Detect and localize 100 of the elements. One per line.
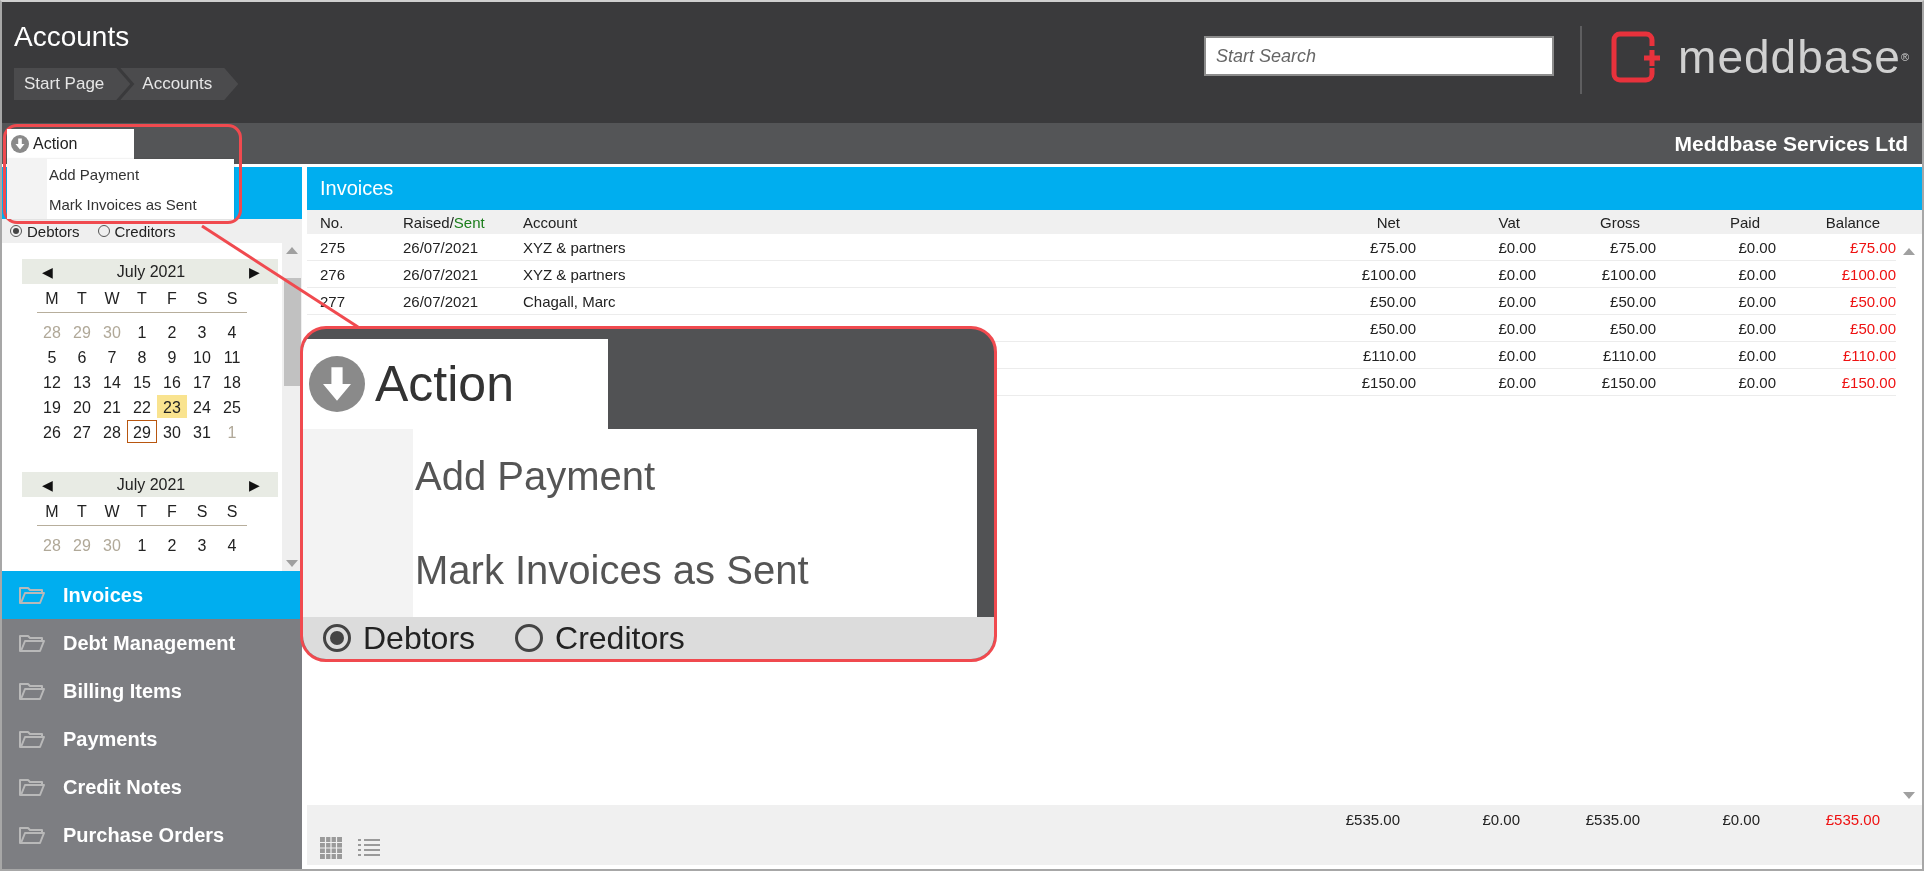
- next-month-button[interactable]: ▶: [249, 263, 260, 280]
- folder-icon: [19, 729, 45, 749]
- scroll-up-icon[interactable]: [286, 247, 298, 254]
- calendar-day[interactable]: 5: [37, 345, 67, 368]
- calendar-day[interactable]: 8: [127, 345, 157, 368]
- table-cell: £50.00: [1610, 319, 1656, 337]
- total-cell: £0.00: [1722, 811, 1760, 828]
- radio-label: Creditors: [555, 619, 685, 657]
- table-cell: £100.00: [1841, 265, 1896, 283]
- scroll-up-icon[interactable]: [1903, 248, 1915, 255]
- calendar-day[interactable]: 13: [67, 370, 97, 393]
- calendar-day[interactable]: 26: [37, 420, 67, 443]
- list-view-icon[interactable]: [358, 837, 380, 859]
- table-cell: £110.00: [1602, 346, 1656, 364]
- table-cell: £50.00: [1370, 319, 1416, 337]
- calendar-day[interactable]: 28: [97, 420, 127, 443]
- table-cell: £0.00: [1738, 373, 1776, 391]
- sidebar-item[interactable]: Debt Management: [2, 619, 302, 667]
- scroll-down-icon[interactable]: [286, 560, 298, 567]
- table-cell: 26/07/2021: [403, 292, 479, 310]
- next-month-button[interactable]: ▶: [249, 476, 260, 493]
- table-cell: £75.00: [1370, 238, 1416, 256]
- table-cell: £110.00: [1362, 346, 1416, 364]
- action-button[interactable]: Action: [303, 339, 608, 429]
- download-circle-icon: [11, 135, 29, 153]
- calendar-day[interactable]: 17: [187, 370, 217, 393]
- sidebar-item[interactable]: Billing Items: [2, 667, 302, 715]
- table-cell: £0.00: [1498, 292, 1536, 310]
- calendar-day[interactable]: 27: [67, 420, 97, 443]
- table-cell: 275: [320, 238, 346, 256]
- calendar-day[interactable]: 2: [157, 533, 187, 556]
- table-cell: £75.00: [1610, 238, 1656, 256]
- column-header: No.: [320, 213, 344, 231]
- scrollbar[interactable]: [282, 243, 302, 571]
- menu-item[interactable]: Mark Invoices as Sent: [303, 547, 977, 593]
- total-cell: £535.00: [1345, 811, 1400, 828]
- calendar-day[interactable]: 11: [217, 345, 247, 368]
- calendar-day[interactable]: 4: [217, 320, 247, 343]
- table-cell: £150.00: [1361, 373, 1416, 391]
- radio-button[interactable]: [323, 624, 351, 652]
- action-button[interactable]: Action: [7, 129, 134, 159]
- calendar-day[interactable]: 1: [127, 320, 157, 343]
- calendar-day[interactable]: 9: [157, 345, 187, 368]
- sidebar-item[interactable]: Purchase Orders: [2, 811, 302, 859]
- calendar-day[interactable]: 12: [37, 370, 67, 393]
- previous-month-button[interactable]: ◀: [42, 263, 53, 280]
- calendar-day[interactable]: 10: [187, 345, 217, 368]
- calendar-day[interactable]: 14: [97, 370, 127, 393]
- table-cell: £0.00: [1498, 373, 1536, 391]
- logo-text: meddbase$^{®}$: [1678, 32, 1910, 82]
- calendar-day[interactable]: 3: [187, 533, 217, 556]
- calendar-day[interactable]: 30: [157, 420, 187, 443]
- calendar-day[interactable]: 18: [217, 370, 247, 393]
- calendar-day[interactable]: 22: [127, 395, 157, 418]
- table-cell: 26/07/2021: [403, 238, 479, 256]
- column-header: Balance: [1825, 213, 1880, 231]
- month-label: July 2021: [116, 475, 186, 494]
- calendar-day[interactable]: 20: [67, 395, 97, 418]
- scroll-down-icon[interactable]: [1903, 792, 1915, 799]
- table-cell: £50.00: [1610, 292, 1656, 310]
- total-cell: £535.00: [1585, 811, 1640, 828]
- calendar-day[interactable]: 23: [157, 395, 187, 418]
- column-header: Account: [523, 213, 578, 231]
- calendar-day[interactable]: 2: [157, 320, 187, 343]
- calendar-day[interactable]: 24: [187, 395, 217, 418]
- search-field[interactable]: Start Search: [1204, 36, 1555, 76]
- calendar-day[interactable]: 6: [67, 345, 97, 368]
- weekday-label: S: [225, 289, 239, 309]
- calendar-day[interactable]: 29: [127, 420, 157, 443]
- menu-item[interactable]: Add Payment: [303, 453, 977, 499]
- breadcrumb-link[interactable]: Accounts: [120, 68, 239, 100]
- table-cell: £100.00: [1601, 265, 1656, 283]
- calendar-day[interactable]: 15: [127, 370, 157, 393]
- company-name: Meddbase Services Ltd: [1674, 131, 1908, 156]
- calendar-day[interactable]: 19: [37, 395, 67, 418]
- breadcrumb-link[interactable]: Start Page: [14, 68, 131, 100]
- calendar-day[interactable]: 25: [217, 395, 247, 418]
- calendar-day[interactable]: 7: [97, 345, 127, 368]
- calendar-day[interactable]: 1: [127, 533, 157, 556]
- radio-label: Debtors: [363, 619, 476, 657]
- radio-label: Creditors: [114, 222, 176, 240]
- calendar-day[interactable]: 31: [187, 420, 217, 443]
- weekday-label: F: [166, 502, 178, 522]
- previous-month-button[interactable]: ◀: [42, 476, 53, 493]
- calendar-day[interactable]: 4: [217, 533, 247, 556]
- menu-item[interactable]: Mark Invoices as Sent: [7, 189, 234, 219]
- table-cell: £110.00: [1842, 346, 1896, 364]
- sidebar-item[interactable]: Credit Notes: [2, 763, 302, 811]
- menu-item[interactable]: Add Payment: [7, 159, 234, 189]
- weekday-label: F: [166, 289, 178, 309]
- table-cell: £0.00: [1738, 238, 1776, 256]
- calendar-day[interactable]: 16: [157, 370, 187, 393]
- sidebar-item[interactable]: Payments: [2, 715, 302, 763]
- radio-button[interactable]: [515, 624, 544, 652]
- calendar-day[interactable]: 3: [187, 320, 217, 343]
- table-cell: £75.00: [1850, 238, 1896, 256]
- panel-title: Invoices: [320, 177, 394, 200]
- calendar-day[interactable]: 21: [97, 395, 127, 418]
- grid-view-icon[interactable]: [320, 837, 342, 859]
- table-cell: 276: [320, 265, 346, 283]
